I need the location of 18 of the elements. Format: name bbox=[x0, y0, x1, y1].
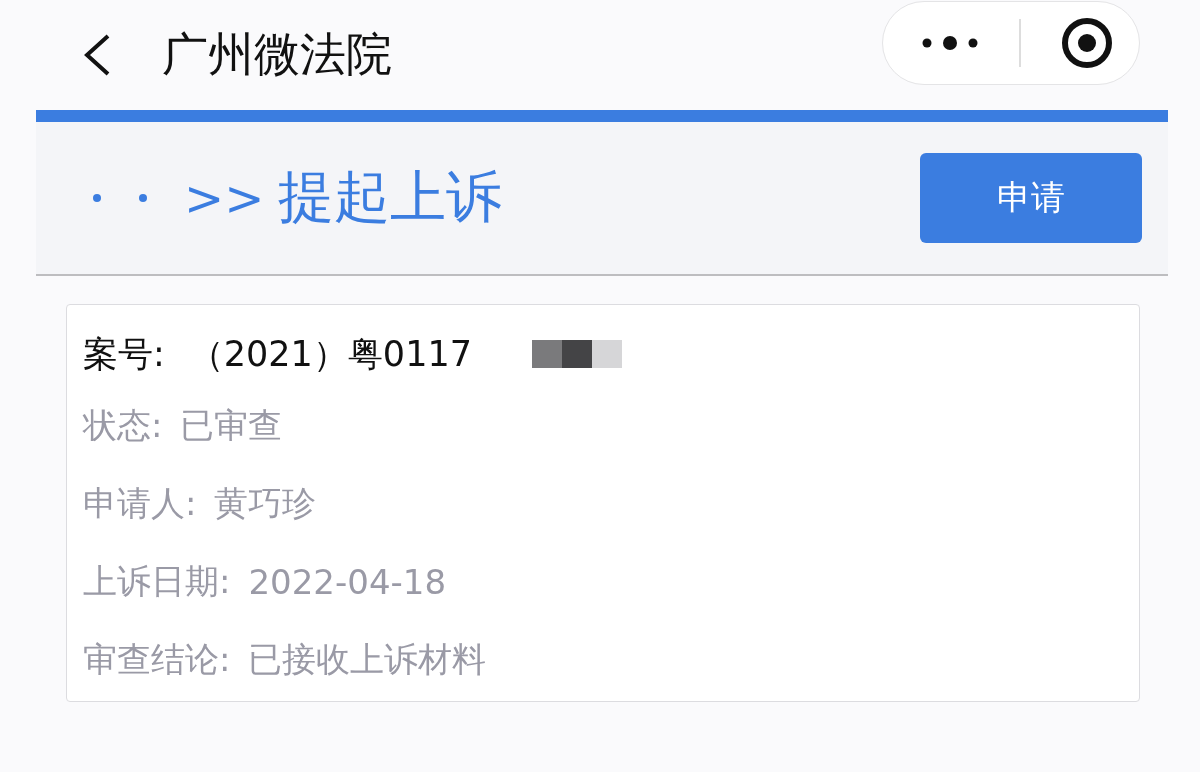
page-title: 广州微法院 bbox=[162, 26, 393, 83]
field-label: 申请人: bbox=[83, 482, 197, 525]
more-icon[interactable] bbox=[921, 35, 979, 51]
field-value: 2022-04-18 bbox=[248, 562, 447, 602]
section-title: 提起上诉 bbox=[278, 163, 504, 231]
field-label: 上诉日期: bbox=[83, 560, 231, 603]
back-icon[interactable] bbox=[82, 33, 112, 77]
field-value: 黄巧珍 bbox=[214, 482, 317, 525]
chevrons-text: >> bbox=[184, 170, 265, 226]
apply-button[interactable]: 申请 bbox=[920, 153, 1142, 243]
field-label: 审查结论: bbox=[83, 638, 231, 681]
case-number: （2021）粤0117 bbox=[188, 332, 472, 376]
field-value: 已审查 bbox=[180, 404, 283, 447]
case-number-label: 案号: bbox=[83, 332, 165, 376]
close-target-icon[interactable] bbox=[1061, 17, 1113, 69]
field-value: 已接收上诉材料 bbox=[248, 638, 487, 681]
dots-icon bbox=[92, 193, 148, 203]
field-label: 状态: bbox=[83, 404, 163, 447]
